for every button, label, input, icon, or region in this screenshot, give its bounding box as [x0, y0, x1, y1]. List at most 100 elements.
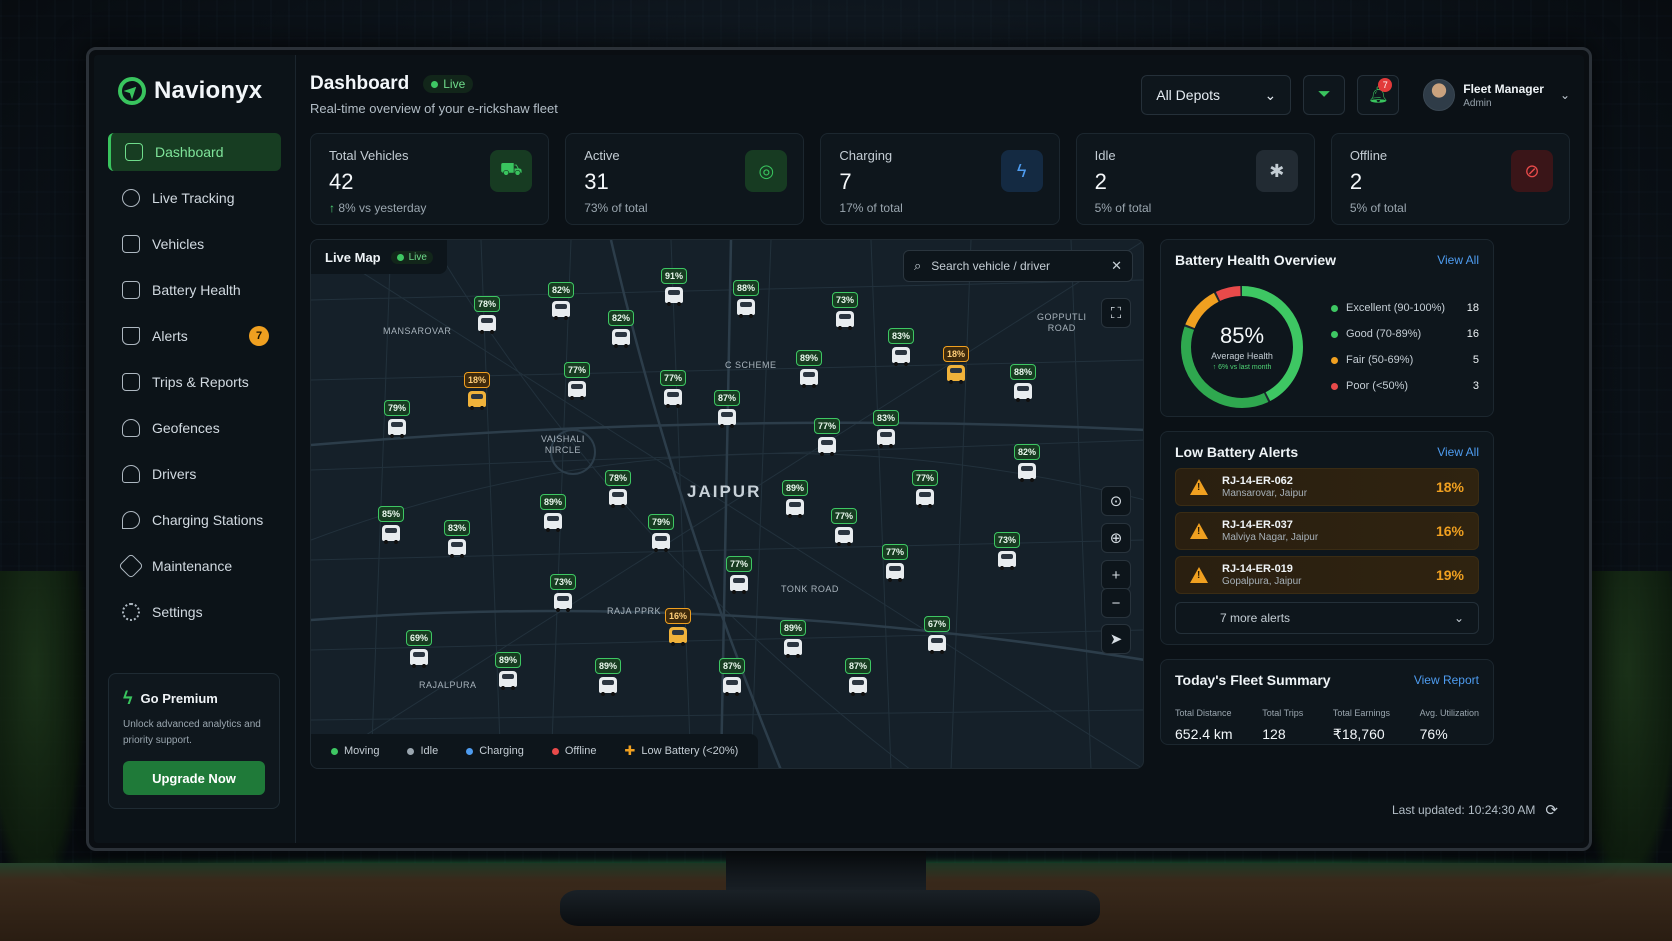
vehicle-marker[interactable]: 89%: [778, 620, 808, 658]
vehicle-marker[interactable]: 77%: [812, 418, 842, 456]
vehicle-marker[interactable]: 82%: [606, 310, 636, 348]
vehicle-marker[interactable]: 83%: [442, 520, 472, 558]
sidebar-item-drivers[interactable]: Drivers: [108, 455, 281, 493]
vehicle-marker[interactable]: 87%: [717, 658, 747, 696]
notifications-button[interactable]: 🔔︎ 7: [1357, 75, 1400, 115]
vehicle-marker[interactable]: 77%: [724, 556, 754, 594]
alert-item[interactable]: RJ-14-ER-019 Gopalpura, Jaipur 19%: [1175, 556, 1479, 594]
map-search[interactable]: ⌕ ✕: [903, 250, 1133, 282]
sidebar-item-dashboard[interactable]: Dashboard: [108, 133, 281, 171]
vehicle-marker[interactable]: 77%: [880, 544, 910, 582]
alerts-view-all-link[interactable]: View All: [1437, 445, 1479, 459]
vehicle-marker[interactable]: 89%: [794, 350, 824, 388]
brand-logo-icon: [118, 77, 146, 105]
refresh-icon[interactable]: ⟳: [1545, 801, 1558, 819]
vehicle-marker[interactable]: 83%: [871, 410, 901, 448]
vehicle-marker[interactable]: 67%: [922, 616, 952, 654]
recenter-button[interactable]: ⊕: [1101, 523, 1131, 553]
legend-label: Offline: [564, 745, 597, 757]
vehicle-marker[interactable]: 89%: [538, 494, 568, 532]
close-icon[interactable]: ✕: [1111, 258, 1122, 274]
avatar: [1423, 79, 1456, 111]
premium-title: Go Premium: [140, 691, 218, 706]
navigate-button[interactable]: ➤: [1101, 624, 1131, 654]
header: Dashboard Live Real-time overview of you…: [310, 73, 1570, 123]
rickshaw-icon: [554, 593, 572, 612]
sidebar-item-label: Settings: [152, 604, 203, 620]
fullscreen-button[interactable]: ⛶: [1101, 298, 1131, 328]
vehicle-battery-label: 77%: [813, 418, 840, 434]
view-report-link[interactable]: View Report: [1414, 673, 1479, 687]
vehicle-marker[interactable]: 16%: [663, 608, 693, 646]
vehicle-marker[interactable]: 87%: [843, 658, 873, 696]
vehicle-marker[interactable]: 88%: [731, 280, 761, 318]
vehicle-marker[interactable]: 87%: [712, 390, 742, 428]
map-area-label: RAJA PPRK: [607, 606, 662, 616]
battery-view-all-link[interactable]: View All: [1437, 253, 1479, 267]
stat-card-active[interactable]: Active 31 73% of total ◎: [565, 133, 805, 225]
sidebar-item-battery-health[interactable]: Battery Health: [108, 271, 281, 309]
vehicle-marker[interactable]: 18%: [462, 372, 492, 410]
vehicle-marker[interactable]: 89%: [780, 480, 810, 518]
live-map[interactable]: Live Map Live ⌕ ✕ ⛶ ⊙ ⊕ + − ➤ JAIPUR MAN…: [310, 239, 1144, 769]
more-alerts-toggle[interactable]: 7 more alerts ⌄: [1175, 602, 1479, 634]
vehicle-marker[interactable]: 73%: [992, 532, 1022, 570]
vehicle-battery-label: 16%: [664, 608, 691, 624]
sidebar-item-geofences[interactable]: Geofences: [108, 409, 281, 447]
user-menu[interactable]: Fleet Manager Admin ⌄: [1423, 79, 1570, 111]
sidebar-item-label: Trips & Reports: [152, 374, 249, 390]
sidebar-item-label: Live Tracking: [152, 190, 235, 206]
brand[interactable]: Navionyx: [118, 77, 281, 105]
health-row-fair: Fair (50-69%) 5: [1331, 347, 1479, 373]
zoom-in-button[interactable]: +: [1101, 560, 1131, 590]
vehicle-marker[interactable]: 79%: [382, 400, 412, 438]
stat-card-charging[interactable]: Charging 7 17% of total ϟ: [820, 133, 1060, 225]
depot-select[interactable]: All Depots ⌄: [1141, 75, 1292, 115]
vehicle-marker[interactable]: 82%: [1012, 444, 1042, 482]
vehicle-marker[interactable]: 91%: [659, 268, 689, 306]
stat-card-offline[interactable]: Offline 2 5% of total ⊘: [1330, 133, 1571, 225]
vehicle-marker[interactable]: 78%: [472, 296, 502, 334]
vehicle-marker[interactable]: 88%: [1008, 364, 1038, 402]
vehicle-marker[interactable]: 82%: [546, 282, 576, 320]
sidebar-item-trips-reports[interactable]: Trips & Reports: [108, 363, 281, 401]
panel-title: Battery Health Overview: [1175, 252, 1337, 268]
sidebar-item-vehicles[interactable]: Vehicles: [108, 225, 281, 263]
vehicle-marker[interactable]: 18%: [941, 346, 971, 384]
sidebar-item-live-tracking[interactable]: Live Tracking: [108, 179, 281, 217]
sidebar-item-label: Dashboard: [155, 144, 224, 160]
plus-icon: ✚: [624, 743, 636, 758]
map-search-input[interactable]: [931, 259, 1102, 273]
sidebar-item-maintenance[interactable]: Maintenance: [108, 547, 281, 585]
vehicle-marker[interactable]: 89%: [493, 652, 523, 690]
alert-item[interactable]: RJ-14-ER-062 Mansarovar, Jaipur 18%: [1175, 468, 1479, 506]
stat-card-total-vehicles[interactable]: Total Vehicles 42 ↑ 8% vs yesterday ⛟: [310, 133, 550, 225]
vehicle-marker[interactable]: 77%: [910, 470, 940, 508]
plant-left: [0, 571, 90, 901]
bolt-icon: ϟ: [123, 688, 133, 708]
vehicle-marker[interactable]: 79%: [646, 514, 676, 552]
vehicle-marker[interactable]: 77%: [658, 370, 688, 408]
sidebar-item-alerts[interactable]: Alerts 7: [108, 317, 281, 355]
vehicle-marker[interactable]: 85%: [376, 506, 406, 544]
vehicle-marker[interactable]: 73%: [548, 574, 578, 612]
zoom-out-button[interactable]: −: [1101, 588, 1131, 618]
premium-card: ϟ Go Premium Unlock advanced analytics a…: [108, 673, 280, 809]
rickshaw-icon: [800, 369, 818, 388]
alert-item[interactable]: RJ-14-ER-037 Malviya Nagar, Jaipur 16%: [1175, 512, 1479, 550]
locate-button[interactable]: ⊙: [1101, 486, 1131, 516]
sidebar-item-charging-stations[interactable]: Charging Stations: [108, 501, 281, 539]
filter-button[interactable]: ⏷: [1303, 75, 1346, 115]
vehicle-marker[interactable]: 83%: [886, 328, 916, 366]
vehicle-marker[interactable]: 69%: [404, 630, 434, 668]
stat-card-idle[interactable]: Idle 2 5% of total ✱: [1075, 133, 1315, 225]
vehicle-marker[interactable]: 77%: [829, 508, 859, 546]
upgrade-now-button[interactable]: Upgrade Now: [123, 761, 265, 795]
vehicle-marker[interactable]: 78%: [603, 470, 633, 508]
sidebar-item-settings[interactable]: Settings: [108, 593, 281, 631]
location-icon: [122, 189, 140, 207]
rickshaw-icon: [784, 639, 802, 658]
vehicle-marker[interactable]: 73%: [830, 292, 860, 330]
vehicle-marker[interactable]: 77%: [562, 362, 592, 400]
vehicle-marker[interactable]: 89%: [593, 658, 623, 696]
